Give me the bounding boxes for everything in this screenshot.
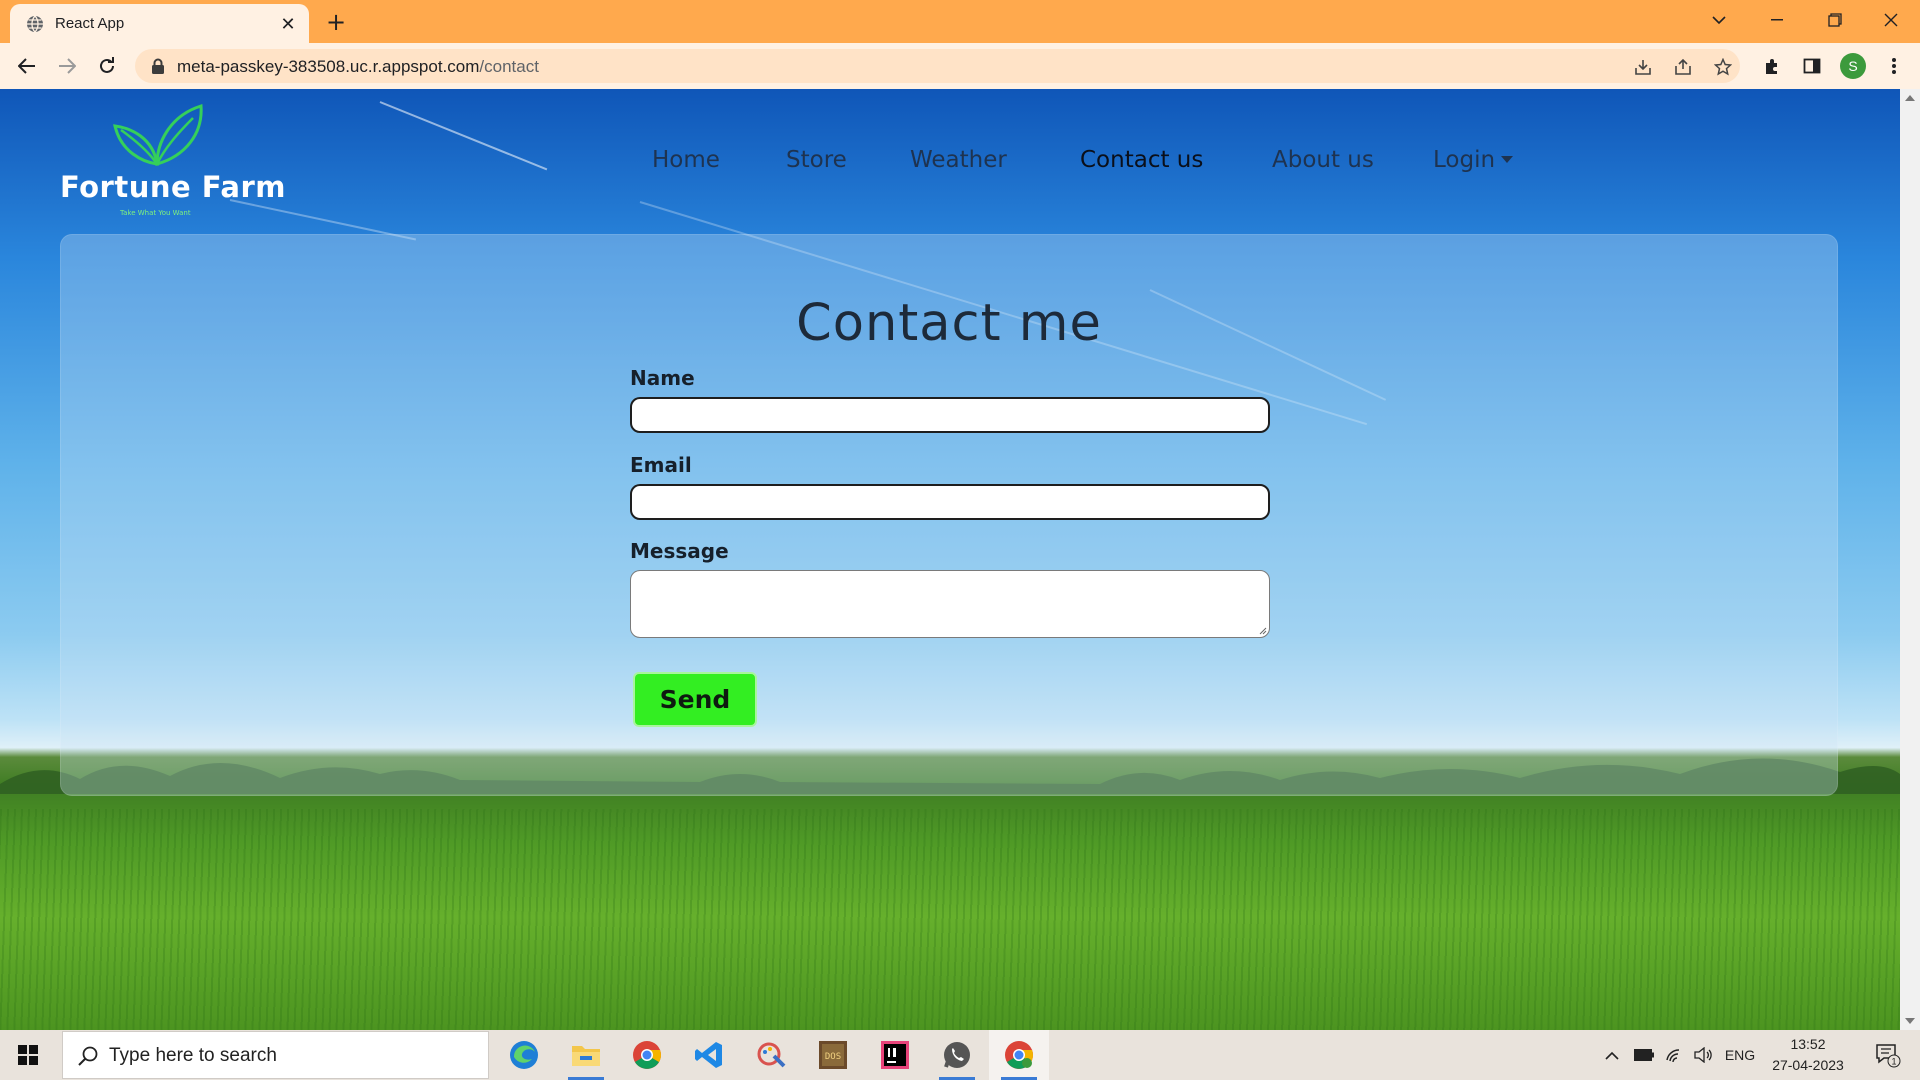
minimize-button[interactable] [1748, 0, 1806, 40]
side-panel-icon[interactable] [1798, 52, 1826, 80]
forward-button[interactable] [52, 51, 82, 81]
page-title: Contact me [796, 294, 1102, 353]
grass-field [0, 809, 1900, 1030]
language-indicator[interactable]: ENG [1720, 1030, 1760, 1080]
email-label: Email [630, 453, 692, 477]
whatsapp-icon[interactable] [927, 1030, 987, 1080]
volume-icon[interactable] [1690, 1030, 1718, 1080]
nav-weather[interactable]: Weather [910, 147, 1007, 173]
notification-center-icon[interactable]: 1 [1868, 1030, 1908, 1080]
email-input[interactable] [630, 484, 1270, 520]
nav-store[interactable]: Store [786, 147, 847, 173]
browser-tab[interactable]: React App ✕ [10, 4, 309, 43]
new-tab-button[interactable]: + [322, 8, 350, 36]
vscode-icon[interactable] [679, 1030, 739, 1080]
brand-tagline: Take What You Want [120, 209, 191, 217]
name-label: Name [630, 366, 695, 390]
extensions-icon[interactable] [1758, 52, 1786, 80]
lock-icon[interactable] [151, 58, 165, 74]
nav-home[interactable]: Home [652, 147, 720, 173]
page-scrollbar[interactable] [1900, 89, 1920, 1030]
resize-grip-icon[interactable] [1258, 626, 1267, 635]
bookmark-star-icon[interactable] [1712, 56, 1734, 78]
nav-contact-us[interactable]: Contact us [1080, 147, 1203, 173]
chrome-profile-icon[interactable] [989, 1030, 1049, 1080]
install-app-icon[interactable] [1632, 56, 1654, 78]
clock-date: 27-04-2023 [1772, 1057, 1844, 1073]
notification-count: 1 [1891, 1057, 1896, 1067]
windows-taskbar: Type here to search DOS ENG 13:52 27-04-… [0, 1030, 1920, 1080]
share-icon[interactable] [1672, 56, 1694, 78]
caret-down-icon [1501, 156, 1514, 163]
tab-title: React App [55, 15, 125, 32]
tab-close-icon[interactable]: ✕ [277, 13, 299, 35]
send-button[interactable]: Send [633, 672, 757, 727]
page-viewport: Fortune Farm Take What You Want Home Sto… [0, 89, 1900, 1030]
brand-name: Fortune Farm [60, 170, 286, 204]
profile-avatar[interactable]: S [1840, 53, 1866, 79]
reload-button[interactable] [92, 51, 122, 81]
close-window-button[interactable] [1862, 0, 1920, 40]
intellij-icon[interactable] [865, 1030, 925, 1080]
windows-start-icon[interactable] [0, 1030, 56, 1080]
address-bar[interactable]: meta-passkey-383508.uc.r.appspot.com/con… [135, 49, 1740, 83]
site-logo[interactable]: Fortune Farm Take What You Want [58, 104, 285, 217]
name-input[interactable] [630, 397, 1270, 433]
url-host: meta-passkey-383508.uc.r.appspot.com [177, 57, 480, 76]
browser-toolbar: meta-passkey-383508.uc.r.appspot.com/con… [0, 43, 1920, 89]
battery-icon[interactable] [1630, 1030, 1658, 1080]
paint-icon[interactable] [741, 1030, 801, 1080]
search-icon [78, 1046, 98, 1066]
search-placeholder: Type here to search [109, 1045, 277, 1066]
restore-button[interactable] [1806, 0, 1864, 40]
back-button[interactable] [12, 51, 42, 81]
globe-icon [27, 15, 43, 33]
scroll-down-icon[interactable] [1905, 1018, 1915, 1024]
contact-card: Contact me Name Email Message Send [60, 234, 1838, 796]
url-text: meta-passkey-383508.uc.r.appspot.com/con… [177, 57, 539, 77]
show-hidden-icons-icon[interactable] [1598, 1030, 1626, 1080]
tab-search-icon[interactable] [1690, 0, 1748, 40]
background-contrail [379, 101, 548, 171]
taskbar-search-box[interactable]: Type here to search [62, 1031, 489, 1079]
leaf-icon [113, 104, 203, 166]
url-path: /contact [479, 57, 539, 76]
wifi-icon[interactable] [1660, 1030, 1688, 1080]
chrome-icon[interactable] [617, 1030, 677, 1080]
edge-icon[interactable] [494, 1030, 554, 1080]
scroll-up-icon[interactable] [1905, 95, 1915, 101]
nav-login-label: Login [1433, 147, 1496, 173]
clock-time: 13:52 [1790, 1036, 1826, 1052]
nav-about-us[interactable]: About us [1272, 147, 1374, 173]
message-textarea[interactable] [630, 570, 1270, 638]
dosbox-icon[interactable]: DOS [803, 1030, 863, 1080]
browser-tab-strip: React App ✕ + [0, 0, 1920, 43]
menu-kebab-icon[interactable] [1880, 52, 1908, 80]
nav-login-dropdown[interactable]: Login [1433, 147, 1514, 173]
message-label: Message [630, 539, 729, 563]
taskbar-clock[interactable]: 13:52 27-04-2023 [1760, 1034, 1856, 1076]
svg-text:DOS: DOS [825, 1052, 841, 1062]
file-explorer-icon[interactable] [556, 1030, 616, 1080]
